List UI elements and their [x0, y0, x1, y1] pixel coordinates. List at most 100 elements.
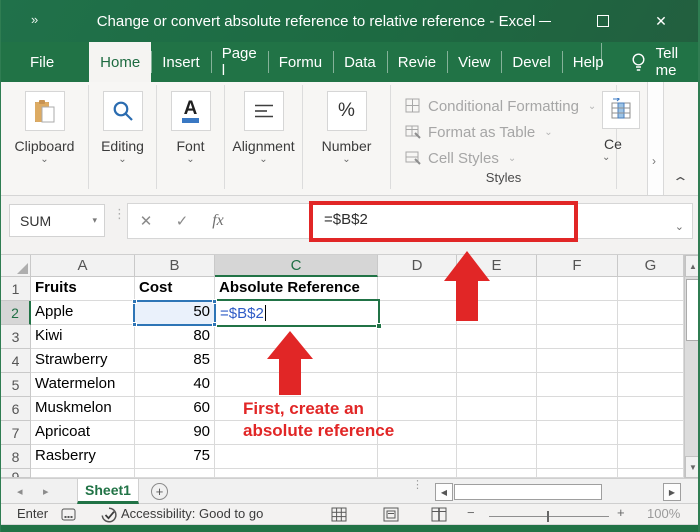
vertical-scroll-thumb[interactable] [686, 279, 699, 341]
row-header-4[interactable]: 4 [1, 349, 31, 373]
group-clipboard[interactable]: Clipboard ⌄ [1, 85, 89, 189]
cell[interactable] [618, 301, 684, 325]
tab-page-layout[interactable]: Page l [211, 42, 268, 82]
column-header-f[interactable]: F [537, 255, 618, 277]
macro-record-icon[interactable] [61, 508, 76, 521]
row-header-8[interactable]: 8 [1, 445, 31, 469]
enter-check-icon[interactable]: ✓ [164, 212, 200, 230]
cell[interactable] [618, 397, 684, 421]
cell[interactable] [537, 349, 618, 373]
cell-a5[interactable]: Watermelon [31, 373, 135, 397]
ribbon-scroll-strip[interactable]: › [647, 82, 664, 195]
expand-formula-bar-icon[interactable]: ⌄ [675, 220, 684, 233]
column-header-a[interactable]: A [31, 255, 135, 277]
minimize-button[interactable] [516, 0, 574, 42]
cell[interactable] [537, 397, 618, 421]
close-button[interactable]: ✕ [632, 0, 690, 42]
group-alignment[interactable]: Alignment ⌄ [225, 85, 303, 189]
name-box[interactable]: SUM ▾ [9, 204, 105, 237]
row-header-6[interactable]: 6 [1, 397, 31, 421]
cell[interactable] [457, 277, 537, 301]
cell-b1[interactable]: Cost [135, 277, 215, 301]
cell-c1[interactable]: Absolute Reference [215, 277, 378, 301]
zoom-in-button[interactable]: + [617, 505, 625, 520]
cell[interactable] [537, 421, 618, 445]
cell[interactable] [618, 445, 684, 469]
cell-styles-button[interactable]: Cell Styles ⌄ [405, 145, 616, 171]
tell-me-button[interactable]: Tell me [615, 45, 679, 79]
cell-a2[interactable]: Apple [31, 301, 135, 325]
cell[interactable] [457, 325, 537, 349]
cell[interactable] [31, 469, 135, 478]
cell[interactable] [618, 277, 684, 301]
cell[interactable] [215, 349, 378, 373]
row-header-9[interactable]: 9 [1, 469, 31, 478]
zoom-out-button[interactable]: − [467, 505, 475, 520]
select-all-button[interactable] [1, 255, 31, 277]
row-header-7[interactable]: 7 [1, 421, 31, 445]
scroll-down-button[interactable]: ▼ [685, 456, 700, 478]
quick-access-icon[interactable]: » [31, 12, 36, 27]
cell[interactable] [457, 469, 537, 478]
cell[interactable] [378, 373, 457, 397]
cell[interactable] [378, 349, 457, 373]
tab-sheet1[interactable]: Sheet1 [77, 479, 139, 504]
tab-help[interactable]: Help [562, 42, 615, 82]
tab-developer[interactable]: Devel [501, 42, 561, 82]
column-header-b[interactable]: B [135, 255, 215, 277]
column-header-d[interactable]: D [378, 255, 457, 277]
vertical-scrollbar[interactable]: ▲ ▼ [684, 255, 700, 478]
next-sheet-button[interactable]: ▸ [43, 485, 49, 498]
cell-a4[interactable]: Strawberry [31, 349, 135, 373]
collapse-ribbon-button[interactable]: ⌄ [672, 173, 689, 189]
zoom-slider-handle[interactable] [547, 511, 549, 522]
cell[interactable] [378, 469, 457, 478]
new-sheet-button[interactable]: + [151, 483, 168, 500]
cell[interactable] [618, 469, 684, 478]
cell[interactable] [457, 373, 537, 397]
tab-formulas[interactable]: Formu [268, 42, 333, 82]
cell[interactable] [618, 325, 684, 349]
cell[interactable] [457, 349, 537, 373]
fill-handle[interactable] [376, 323, 382, 329]
page-break-view-button[interactable] [431, 507, 447, 522]
cell[interactable] [537, 469, 618, 478]
formula-input[interactable]: =$B$2 [324, 211, 368, 228]
cell[interactable] [215, 445, 378, 469]
cell[interactable] [457, 397, 537, 421]
previous-sheet-button[interactable]: ◂ [17, 485, 23, 498]
cell[interactable] [215, 469, 378, 478]
cell[interactable] [215, 325, 378, 349]
cell-a6[interactable]: Muskmelon [31, 397, 135, 421]
cell-b3[interactable]: 80 [135, 325, 215, 349]
cell[interactable] [215, 373, 378, 397]
cell[interactable] [457, 421, 537, 445]
cell-b7[interactable]: 90 [135, 421, 215, 445]
column-header-e[interactable]: E [457, 255, 537, 277]
format-as-table-button[interactable]: Format as Table ⌄ [405, 119, 616, 145]
cell-b6[interactable]: 60 [135, 397, 215, 421]
cell[interactable] [618, 349, 684, 373]
cell-b4[interactable]: 85 [135, 349, 215, 373]
scroll-up-button[interactable]: ▲ [685, 255, 700, 277]
cell[interactable] [135, 469, 215, 478]
horizontal-scroll-thumb[interactable] [454, 484, 602, 500]
zoom-slider-track[interactable] [489, 516, 609, 517]
cell[interactable] [378, 325, 457, 349]
accessibility-status[interactable]: Accessibility: Good to go [121, 506, 263, 521]
row-header-2[interactable]: 2 [1, 301, 31, 325]
cell[interactable] [378, 277, 457, 301]
cell[interactable] [537, 301, 618, 325]
cell[interactable] [537, 373, 618, 397]
tab-view[interactable]: View [447, 42, 501, 82]
cancel-icon[interactable]: ✕ [128, 212, 164, 230]
row-header-3[interactable]: 3 [1, 325, 31, 349]
scroll-right-button[interactable]: ▶ [663, 483, 681, 501]
cell[interactable] [537, 277, 618, 301]
cell[interactable] [537, 325, 618, 349]
tab-bar-splitter[interactable]: ⋮ [412, 482, 418, 488]
conditional-formatting-button[interactable]: Conditional Formatting ⌄ [405, 93, 616, 119]
group-editing[interactable]: Editing ⌄ [89, 85, 157, 189]
tab-home[interactable]: Home [89, 42, 151, 82]
group-cells[interactable]: Ce ⌄ [602, 85, 646, 163]
